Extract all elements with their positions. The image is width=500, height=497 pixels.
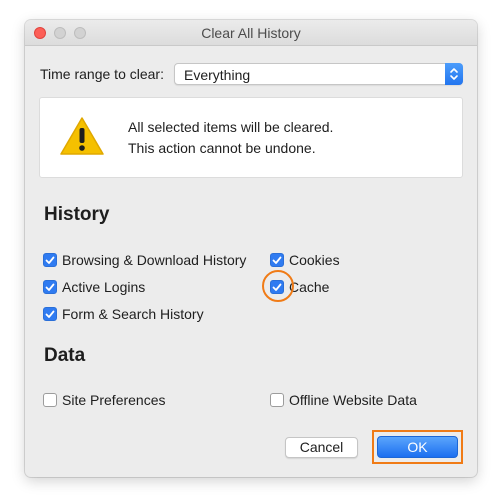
checkbox-label: Cookies <box>289 252 340 268</box>
title-bar: Clear All History <box>25 20 477 46</box>
site-preferences-checkbox[interactable]: Site Preferences <box>43 392 166 408</box>
checkbox-box[interactable] <box>270 393 284 407</box>
window-title: Clear All History <box>201 25 301 41</box>
active-logins-checkbox[interactable]: Active Logins <box>43 279 145 295</box>
warning-text-line2: This action cannot be undone. <box>128 140 316 156</box>
data-section-title: Data <box>44 345 86 366</box>
clear-history-dialog: Clear All History Time range to clear: E… <box>25 20 477 477</box>
checkbox-label: Form & Search History <box>62 306 204 322</box>
up-down-chevron-icon <box>445 63 463 85</box>
offline-website-data-checkbox[interactable]: Offline Website Data <box>270 392 417 408</box>
warning-text-line1: All selected items will be cleared. <box>128 119 334 135</box>
warning-triangle-icon <box>59 116 105 161</box>
cookies-checkbox[interactable]: Cookies <box>270 252 340 268</box>
checkbox-label: Site Preferences <box>62 392 166 408</box>
time-range-value: Everything <box>184 67 251 83</box>
time-range-select[interactable]: Everything <box>174 63 463 85</box>
cancel-button[interactable]: Cancel <box>285 437 358 458</box>
checkbox-label: Offline Website Data <box>289 392 417 408</box>
checkmark-icon[interactable] <box>270 253 284 267</box>
ok-button[interactable]: OK <box>377 436 458 458</box>
checkbox-box[interactable] <box>43 393 57 407</box>
checkmark-icon[interactable] <box>43 253 57 267</box>
time-range-label: Time range to clear: <box>40 66 164 82</box>
form-search-history-checkbox[interactable]: Form & Search History <box>43 306 204 322</box>
checkbox-label: Cache <box>289 279 330 295</box>
checkbox-label: Browsing & Download History <box>62 252 247 268</box>
checkbox-label: Active Logins <box>62 279 146 295</box>
checkmark-icon[interactable] <box>43 307 57 321</box>
cache-highlight-circle <box>262 270 294 302</box>
history-section-title: History <box>44 204 110 225</box>
warning-box: All selected items will be cleared. This… <box>39 97 463 178</box>
browsing-download-history-checkbox[interactable]: Browsing & Download History <box>43 252 246 268</box>
checkmark-icon[interactable] <box>43 280 57 294</box>
